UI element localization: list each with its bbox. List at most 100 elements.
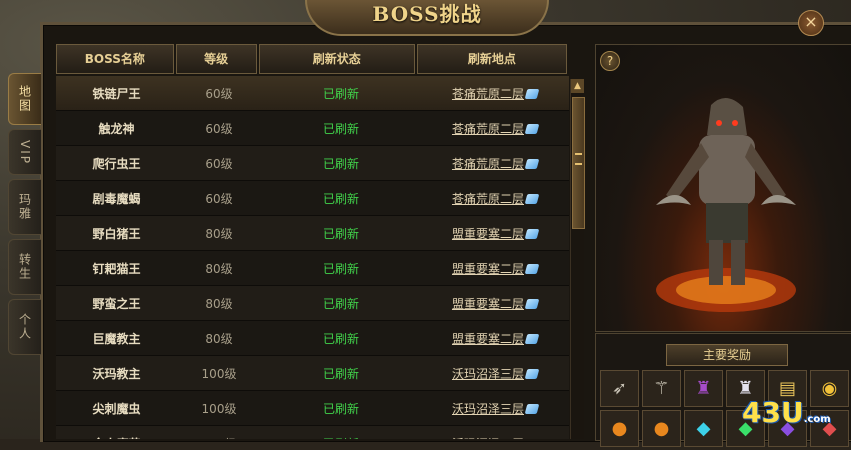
boss-name: 巨魔教主 (92, 331, 141, 346)
boss-figure-image (656, 97, 796, 312)
bow-icon[interactable]: ➶ (600, 370, 639, 407)
location-cell: 沃玛沼泽三层 (421, 435, 569, 440)
refresh-status: 已刷新 (322, 156, 359, 171)
location-cell: 盟重要塞二层 (421, 295, 569, 312)
potion-icon[interactable]: ● (600, 410, 639, 447)
teleport-wing-icon[interactable] (524, 334, 540, 344)
location-cell: 苍痛荒原二层 (421, 155, 569, 172)
tab-rebirth[interactable]: 转生 (8, 239, 41, 295)
boss-portrait: ? (595, 44, 851, 332)
boss-name: 野蛮之王 (92, 296, 141, 311)
table-body: 铁链尸王 60级 已刷新 苍痛荒原二层 触龙神 60级 已刷新 苍痛荒原二层 爬行虫王 60级 已刷… (56, 76, 569, 439)
table-row[interactable]: 触龙神 60级 已刷新 苍痛荒原二层 (56, 111, 569, 146)
table-row[interactable]: 爬行虫王 60级 已刷新 苍痛荒原二层 (56, 146, 569, 181)
refresh-status: 已刷新 (322, 121, 359, 136)
header-location: 刷新地点 (416, 44, 567, 74)
armor-purple-icon[interactable]: ♜ (684, 370, 723, 407)
teleport-wing-icon[interactable] (524, 229, 540, 239)
refresh-status: 已刷新 (261, 435, 421, 440)
boss-name: 食人魔花 (56, 435, 177, 440)
boss-name: 沃玛教主 (92, 366, 141, 381)
refresh-status: 已刷新 (322, 261, 359, 276)
location-link[interactable]: 沃玛沼泽三层 (452, 402, 524, 416)
gem-icon[interactable]: ◆ (684, 410, 723, 447)
scroll-thumb[interactable] (572, 97, 585, 229)
table-row[interactable]: 食人魔花100级已刷新沃玛沼泽三层 (56, 426, 569, 439)
location-link[interactable]: 盟重要塞二层 (452, 262, 524, 276)
boss-level: 80级 (205, 261, 233, 276)
logo-text: 43U (742, 396, 804, 429)
scroll-up-arrow-icon[interactable]: ▲ (571, 79, 584, 93)
help-icon[interactable]: ? (600, 51, 620, 71)
teleport-wing-icon[interactable] (524, 159, 540, 169)
location-cell: 沃玛沼泽三层 (421, 400, 569, 417)
location-link[interactable]: 苍痛荒原二层 (452, 122, 524, 136)
reward-title: 主要奖励 (666, 344, 788, 366)
window-title: BOSS挑战 (305, 0, 549, 36)
tab-personal[interactable]: 个人 (8, 299, 41, 355)
boss-name: 尖刺魔虫 (92, 401, 141, 416)
boss-level: 100级 (201, 366, 237, 381)
boss-level: 60级 (205, 191, 233, 206)
boss-name: 钉耙猫王 (92, 261, 141, 276)
boss-name: 剧毒魔蝎 (92, 191, 141, 206)
close-button[interactable]: × (798, 10, 824, 36)
grip-icon (575, 153, 582, 165)
table-header: BOSS名称 等级 刷新状态 刷新地点 (56, 44, 569, 76)
teleport-wing-icon[interactable] (524, 404, 540, 414)
boss-level: 80级 (205, 331, 233, 346)
table-scrollbar[interactable]: ▲ (570, 79, 585, 439)
boss-level: 100级 (177, 435, 261, 440)
refresh-status: 已刷新 (322, 331, 359, 346)
tab-maya[interactable]: 玛雅 (8, 179, 41, 235)
location-link[interactable]: 盟重要塞二层 (452, 227, 524, 241)
table-row[interactable]: 剧毒魔蝎 60级 已刷新 苍痛荒原二层 (56, 181, 569, 216)
location-link[interactable]: 苍痛荒原二层 (452, 192, 524, 206)
logo-suffix: .com (803, 414, 831, 425)
location-link[interactable]: 沃玛沼泽三层 (452, 367, 524, 381)
boss-name: 触龙神 (98, 121, 135, 136)
table-row[interactable]: 巨魔教主 80级 已刷新 盟重要塞二层 (56, 321, 569, 356)
teleport-wing-icon[interactable] (524, 89, 540, 99)
site-logo: 43U.com (742, 396, 831, 429)
location-cell: 沃玛沼泽三层 (421, 365, 569, 382)
boss-level: 100级 (201, 401, 237, 416)
location-cell: 苍痛荒原二层 (421, 85, 569, 102)
table-row[interactable]: 铁链尸王 60级 已刷新 苍痛荒原二层 (56, 76, 569, 111)
location-cell: 盟重要塞二层 (421, 330, 569, 347)
refresh-status: 已刷新 (322, 86, 359, 101)
refresh-status: 已刷新 (322, 401, 359, 416)
refresh-status: 已刷新 (322, 366, 359, 381)
table-row[interactable]: 野蛮之王 80级 已刷新 盟重要塞二层 (56, 286, 569, 321)
location-link[interactable]: 苍痛荒原二层 (452, 157, 524, 171)
boss-level: 60级 (205, 121, 233, 136)
boss-level: 80级 (205, 296, 233, 311)
tab-map[interactable]: 地图 (8, 73, 41, 125)
location-cell: 盟重要塞二层 (421, 260, 569, 277)
teleport-wing-icon[interactable] (524, 194, 540, 204)
teleport-wing-icon[interactable] (524, 299, 540, 309)
location-cell: 苍痛荒原二层 (421, 120, 569, 137)
table-row[interactable]: 尖刺魔虫 100级 已刷新 沃玛沼泽三层 (56, 391, 569, 426)
refresh-status: 已刷新 (322, 226, 359, 241)
boss-level: 80级 (205, 226, 233, 241)
side-tab-bar: 地图 VIP 玛雅 转生 个人 (8, 73, 42, 359)
tab-vip[interactable]: VIP (8, 129, 41, 175)
location-link[interactable]: 苍痛荒原二层 (452, 87, 524, 101)
table-row[interactable]: 野白猪王 80级 已刷新 盟重要塞二层 (56, 216, 569, 251)
boss-name: 铁链尸王 (92, 86, 141, 101)
refresh-status: 已刷新 (322, 191, 359, 206)
table-row[interactable]: 沃玛教主 100级 已刷新 沃玛沼泽三层 (56, 356, 569, 391)
boss-level: 60级 (205, 156, 233, 171)
teleport-wing-icon[interactable] (524, 124, 540, 134)
teleport-wing-icon[interactable] (524, 264, 540, 274)
location-cell: 苍痛荒原二层 (421, 190, 569, 207)
location-link[interactable]: 盟重要塞二层 (452, 297, 524, 311)
boss-name: 野白猪王 (92, 226, 141, 241)
potion-icon[interactable]: ● (642, 410, 681, 447)
header-level: 等级 (175, 44, 257, 74)
staff-icon[interactable]: ⚚ (642, 370, 681, 407)
location-link[interactable]: 盟重要塞二层 (452, 332, 524, 346)
table-row[interactable]: 钉耙猫王 80级 已刷新 盟重要塞二层 (56, 251, 569, 286)
teleport-wing-icon[interactable] (524, 369, 540, 379)
